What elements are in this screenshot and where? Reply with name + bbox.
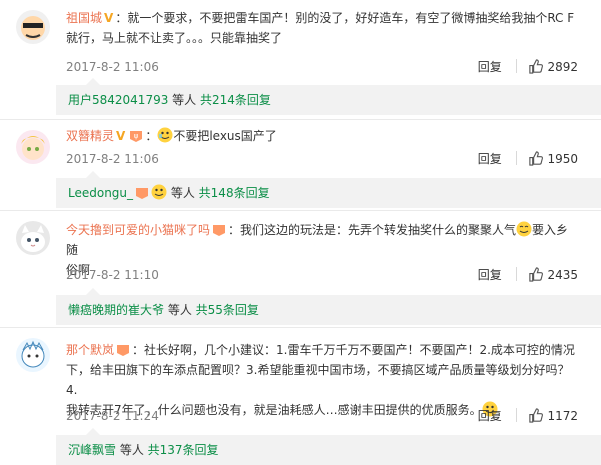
avatar[interactable]	[16, 221, 50, 255]
like-button[interactable]: 1950	[528, 149, 578, 169]
arrow	[86, 171, 100, 178]
vip-icon	[135, 186, 149, 199]
vip-icon	[212, 223, 226, 236]
comment-item: 那个默岚 ：社长好啊，几个小建议：1.雷车千万千万不要国产！不要国产！2.成本可控…	[0, 328, 601, 465]
svg-text:ψ: ψ	[134, 132, 139, 140]
avatar[interactable]	[16, 338, 50, 372]
reply-button[interactable]: 回复	[478, 57, 502, 77]
sub-replies-box: Leedongu_ 等人 共148条回复	[56, 171, 601, 208]
avatar[interactable]	[16, 130, 50, 164]
sub-reply-user-link[interactable]: 沉峰飘雪	[68, 443, 116, 457]
username-link[interactable]: 祖国城	[66, 11, 102, 25]
sub-reply-count-link[interactable]: 共148条回复	[199, 186, 270, 200]
comment-text: 双簪精灵 Vψ：不要把lexus国产了	[66, 127, 277, 143]
sub-reply-user-link[interactable]: Leedongu_	[68, 186, 133, 200]
verified-v-icon: V	[104, 11, 114, 25]
comment-text: 祖国城 V ：就一个要求，不要把雷车国产！别的没了，好好造车，有空了微博抽奖给我抽个…	[66, 8, 578, 48]
sub-reply-middle: 等人	[164, 303, 196, 317]
like-icon	[528, 151, 544, 166]
arrow	[86, 288, 100, 295]
comment-item: 双簪精灵 Vψ：不要把lexus国产了 2017-8-2 11:06 回复 195…	[0, 120, 601, 210]
avatar[interactable]	[16, 10, 50, 44]
like-icon	[528, 267, 544, 282]
timestamp: 2017-8-2 11:06	[66, 60, 159, 74]
comment-item: 今天撸到可爱的小猫咪了吗 ：我们这边的玩法是：先弄个转发抽奖什么的聚聚人气 要入乡随…	[0, 211, 601, 327]
divider	[515, 267, 517, 281]
emoji-icon	[516, 221, 532, 237]
like-count: 2435	[547, 268, 578, 282]
emoji-icon	[157, 127, 173, 143]
sub-replies-box: 沉峰飘雪 等人 共137条回复	[56, 428, 601, 465]
divider	[515, 59, 517, 73]
sub-reply-count-link[interactable]: 共55条回复	[196, 303, 259, 317]
comment-item: 祖国城 V ：就一个要求，不要把雷车国产！别的没了，好好造车，有空了微博抽奖给我抽个…	[0, 0, 601, 120]
username-link[interactable]: 双簪精灵	[66, 129, 114, 143]
like-button[interactable]: 2892	[528, 57, 578, 77]
sub-reply-middle: 等人	[116, 443, 148, 457]
like-icon	[528, 59, 544, 74]
sub-reply-middle: 等人	[168, 93, 200, 107]
divider	[515, 408, 517, 422]
sub-replies-box: 懒癌晚期的崔大爷 等人 共55条回复	[56, 288, 601, 325]
like-count: 2892	[547, 60, 578, 74]
reply-button[interactable]: 回复	[478, 149, 502, 169]
comment-meta: 2017-8-2 11:06 回复 1950	[66, 149, 578, 169]
verified-v-icon: V	[116, 129, 126, 143]
like-button[interactable]: 2435	[528, 265, 578, 285]
vip-icon	[116, 343, 130, 356]
sub-reply-user-link[interactable]: 懒癌晚期的崔大爷	[68, 303, 164, 317]
comment-text-line: ：社长好啊，几个小建议：1.雷车千万千万不要国产！不要国产！2.成本可控的情况	[132, 343, 575, 357]
comment-meta: 2017-8-2 11:24 回复 1172	[66, 406, 578, 426]
comment-text-line: ：我们这边的玩法是：先弄个转发抽奖什么的聚聚人气	[228, 223, 517, 237]
comment-meta: 2017-8-2 11:06 回复 2892	[66, 57, 578, 77]
arrow	[86, 428, 100, 435]
timestamp: 2017-8-2 11:06	[66, 152, 159, 166]
sub-reply-count-link[interactable]: 共214条回复	[200, 93, 271, 107]
like-count: 1172	[547, 409, 578, 423]
comment-text-line: ：就一个要求，不要把雷车国产！别的没了，好好造车，有空了微博抽奖给我抽个RC F	[115, 11, 575, 25]
comment-text-line: 下，给丰田旗下的车添点配置呗？3.希望能重视中国市场，不要搞区域产品质量等级划分…	[66, 363, 570, 397]
comment-text-line: 不要把lexus国产了	[173, 129, 277, 143]
reply-button[interactable]: 回复	[478, 265, 502, 285]
arrow	[86, 78, 100, 85]
like-icon	[528, 408, 544, 423]
username-link[interactable]: 那个默岚	[66, 343, 114, 357]
timestamp: 2017-8-2 11:10	[66, 268, 159, 282]
sub-reply-user-link[interactable]: 用户5842041793	[68, 93, 168, 107]
divider	[515, 151, 517, 165]
like-count: 1950	[547, 152, 578, 166]
timestamp: 2017-8-2 11:24	[66, 409, 159, 423]
reply-button[interactable]: 回复	[478, 406, 502, 426]
username-link[interactable]: 今天撸到可爱的小猫咪了吗	[66, 223, 210, 237]
like-button[interactable]: 1172	[528, 406, 578, 426]
sub-replies-box: 用户5842041793 等人 共214条回复	[56, 78, 601, 115]
sub-reply-middle: 等人	[167, 186, 199, 200]
emoji-icon	[151, 184, 167, 200]
comment-meta: 2017-8-2 11:10 回复 2435	[66, 265, 578, 285]
vip-icon: ψ	[129, 129, 143, 142]
comment-text-line: 就行，马上就不让卖了。。。只能靠抽奖了	[66, 31, 283, 45]
sub-reply-count-link[interactable]: 共137条回复	[148, 443, 219, 457]
